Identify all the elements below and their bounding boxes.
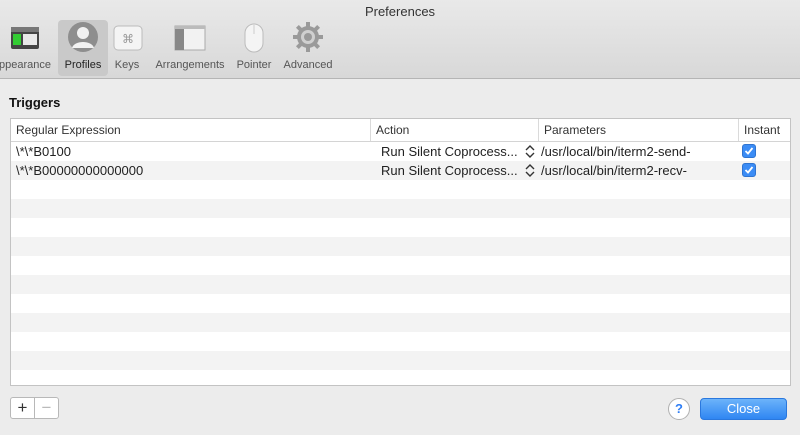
parameters-cell[interactable]: /usr/local/bin/iterm2-recv- [541, 161, 731, 180]
action-select[interactable]: Run Silent Coprocess... [381, 161, 523, 180]
add-remove-control: + − [10, 397, 59, 419]
pointer-icon [236, 21, 272, 53]
triggers-table: Regular Expression Action Parameters Ins… [10, 118, 791, 386]
updown-chevron-icon[interactable] [525, 163, 535, 178]
window-title: Preferences [364, 4, 436, 19]
empty-row [11, 370, 790, 385]
remove-trigger-button[interactable]: − [35, 398, 58, 418]
tab-advanced[interactable]: Advanced [281, 20, 335, 76]
svg-text:⌘: ⌘ [122, 32, 134, 46]
tab-arrangements[interactable]: Arrangements [150, 20, 230, 76]
tab-appearance[interactable]: ppearance [0, 20, 54, 76]
table-row[interactable]: \*\*B0100 Run Silent Coprocess... /usr/l… [11, 142, 790, 161]
empty-row [11, 294, 790, 313]
tab-advanced-label: Advanced [283, 59, 333, 71]
empty-row [11, 256, 790, 275]
regex-cell[interactable]: \*\*B0100 [16, 142, 366, 161]
tab-appearance-label: ppearance [0, 59, 51, 71]
tab-pointer[interactable]: Pointer [233, 20, 275, 76]
action-select[interactable]: Run Silent Coprocess... [381, 142, 523, 161]
column-header-regex[interactable]: Regular Expression [11, 119, 371, 141]
parameters-cell[interactable]: /usr/local/bin/iterm2-send- [541, 142, 731, 161]
empty-row [11, 275, 790, 294]
empty-row [11, 180, 790, 199]
gear-icon [290, 21, 326, 53]
empty-row [11, 332, 790, 351]
column-header-action[interactable]: Action [371, 119, 539, 141]
column-header-parameters[interactable]: Parameters [539, 119, 739, 141]
table-header: Regular Expression Action Parameters Ins… [11, 119, 790, 142]
column-header-instant[interactable]: Instant [739, 119, 790, 141]
table-body: \*\*B0100 Run Silent Coprocess... /usr/l… [11, 142, 790, 385]
arrangements-icon [172, 21, 208, 53]
table-row[interactable]: \*\*B00000000000000 Run Silent Coprocess… [11, 161, 790, 180]
empty-row [11, 237, 790, 256]
empty-row [11, 199, 790, 218]
triggers-title: Triggers [9, 95, 61, 110]
close-button[interactable]: Close [700, 398, 787, 420]
add-trigger-button[interactable]: + [11, 398, 35, 418]
tab-keys-label: Keys [114, 59, 140, 71]
title-bar: Preferences ppearance Profiles ⌘ Keys Ar… [0, 0, 800, 79]
regex-cell[interactable]: \*\*B00000000000000 [16, 161, 366, 180]
tab-keys[interactable]: ⌘ Keys [110, 20, 144, 76]
tab-profiles[interactable]: Profiles [58, 20, 108, 76]
empty-row [11, 313, 790, 332]
instant-checkbox[interactable] [742, 144, 756, 158]
profiles-icon [65, 21, 101, 53]
empty-row [11, 218, 790, 237]
updown-chevron-icon[interactable] [525, 144, 535, 159]
instant-checkbox[interactable] [742, 163, 756, 177]
tab-arrangements-label: Arrangements [155, 59, 225, 71]
appearance-icon [7, 21, 43, 53]
keys-icon: ⌘ [110, 21, 146, 53]
empty-row [11, 351, 790, 370]
preferences-toolbar: ppearance Profiles ⌘ Keys Arrangements P… [0, 20, 800, 76]
tab-profiles-label: Profiles [64, 59, 102, 71]
tab-pointer-label: Pointer [236, 59, 272, 71]
help-button[interactable]: ? [668, 398, 690, 420]
